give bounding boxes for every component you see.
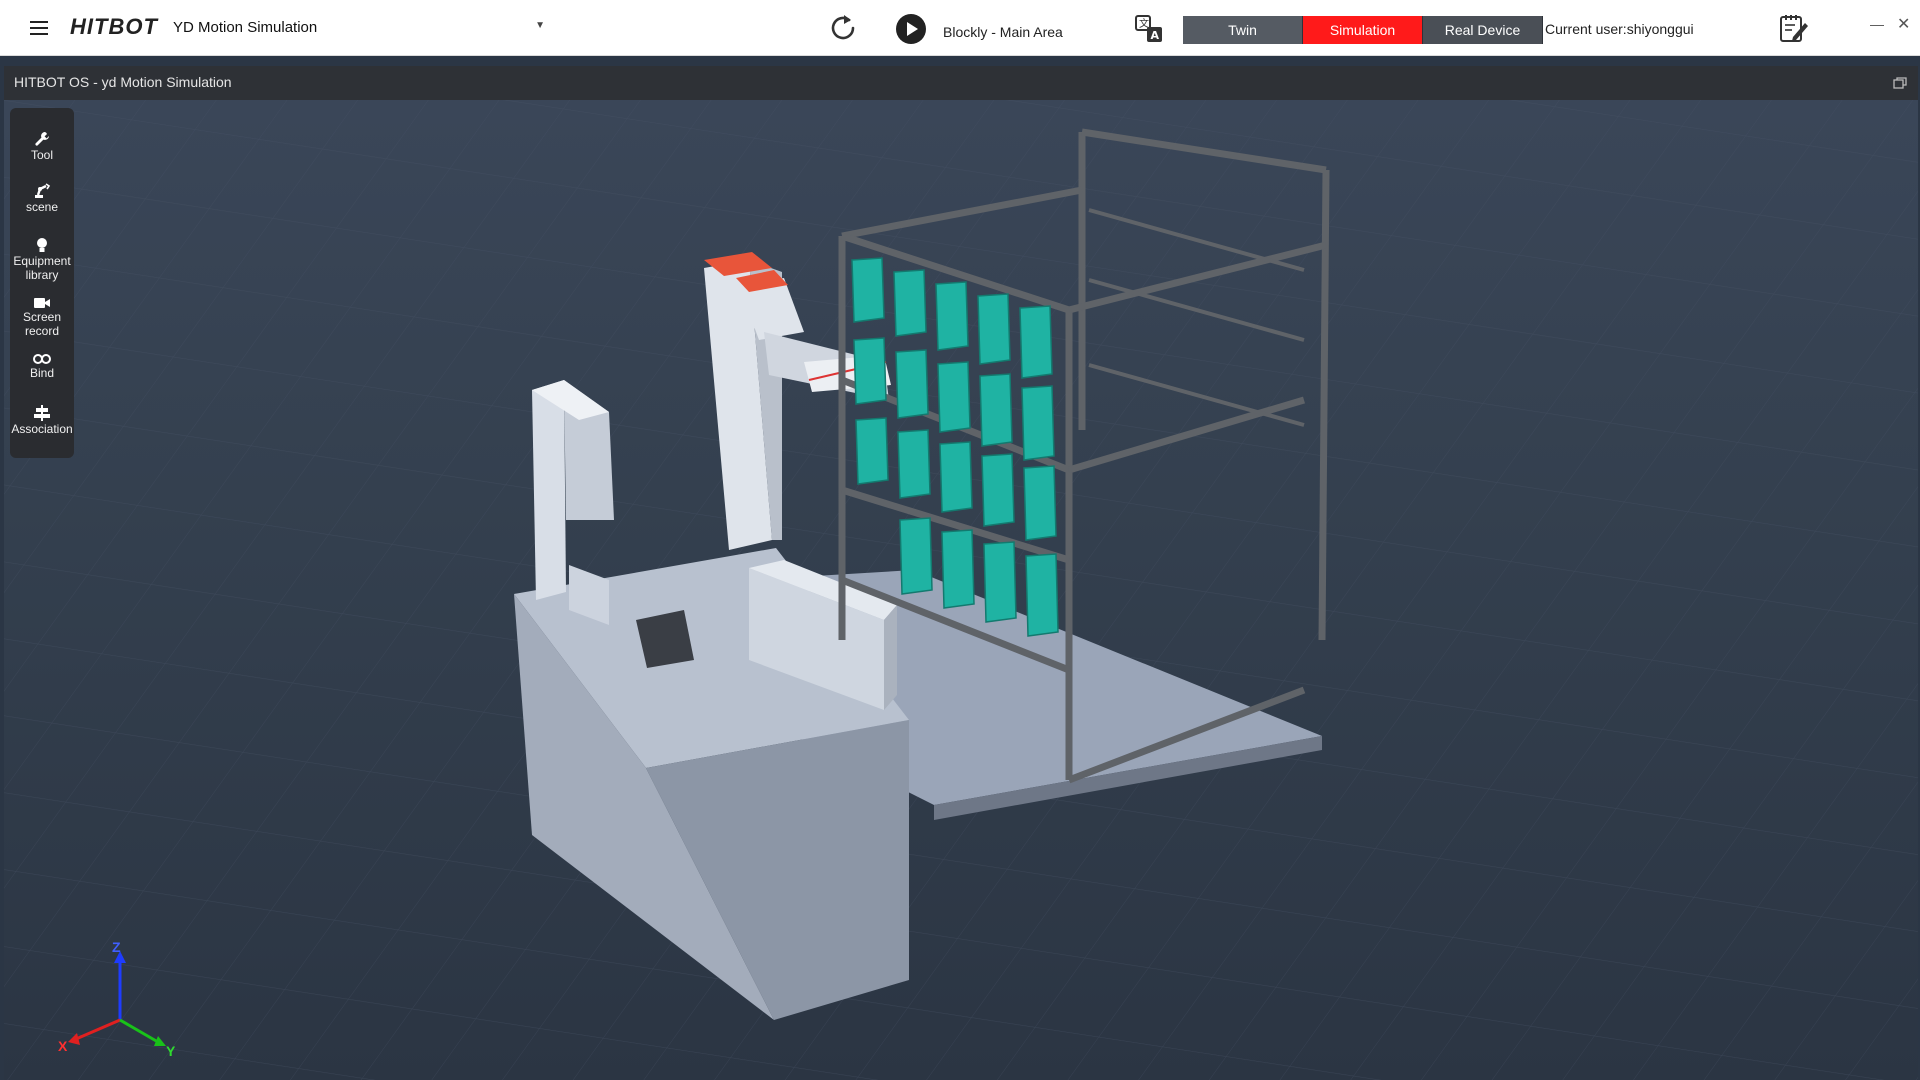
project-select[interactable]: YD Motion Simulation ▼	[165, 14, 555, 42]
video-camera-icon	[34, 298, 50, 308]
play-icon[interactable]	[895, 13, 927, 45]
scene-label: scene	[25, 200, 59, 214]
chevron-down-icon: ▼	[535, 20, 545, 31]
screen-record-button[interactable]: Screen record	[10, 296, 74, 338]
axis-gizmo: Z X Y	[50, 939, 190, 1065]
restore-window-icon[interactable]	[1892, 75, 1908, 91]
svg-text:A: A	[1151, 29, 1160, 42]
screen-record-label: Screen record	[22, 310, 62, 338]
axis-z-label: Z	[112, 939, 121, 955]
axis-x-label: X	[58, 1038, 68, 1054]
hitbot-logo: HITBOT	[70, 14, 158, 39]
current-user-label: Current user:shiyonggui	[1545, 21, 1694, 37]
close-icon[interactable]: ✕	[1897, 14, 1910, 34]
align-icon	[34, 405, 50, 421]
robot-arm-icon	[35, 183, 51, 198]
translate-icon[interactable]: 文 A	[1134, 14, 1164, 44]
notepad-edit-icon[interactable]	[1777, 12, 1809, 44]
scene-button[interactable]: scene	[10, 182, 74, 214]
minimize-icon[interactable]: —	[1870, 16, 1884, 32]
link-icon	[33, 354, 51, 364]
tool-label: Tool	[30, 148, 53, 162]
left-toolbox: Tool scene Equipment library Screen reco…	[10, 108, 74, 458]
association-button[interactable]: Association	[10, 404, 74, 436]
lightbulb-icon	[37, 238, 47, 252]
axis-y-label: Y	[166, 1043, 176, 1059]
reset-icon[interactable]	[826, 11, 860, 45]
tab-twin[interactable]: Twin	[1183, 16, 1303, 44]
blockly-area-label: Blockly - Main Area	[943, 24, 1063, 40]
3d-viewport[interactable]	[4, 100, 1918, 1080]
scene-canvas[interactable]	[4, 100, 1918, 1080]
tab-simulation[interactable]: Simulation	[1303, 16, 1423, 44]
viewport-title: HITBOT OS - yd Motion Simulation	[14, 74, 232, 90]
bind-button[interactable]: Bind	[10, 352, 74, 380]
top-bar: HITBOT YD Motion Simulation ▼ Blockly - …	[0, 0, 1920, 56]
mode-tabs: Twin Simulation Real Device	[1183, 16, 1543, 44]
wrench-icon	[35, 132, 49, 146]
hamburger-menu-icon[interactable]	[28, 18, 52, 38]
equipment-library-button[interactable]: Equipment library	[10, 236, 74, 282]
equipment-library-label: Equipment library	[13, 254, 71, 282]
tab-real-device[interactable]: Real Device	[1423, 16, 1543, 44]
viewport-title-bar: HITBOT OS - yd Motion Simulation	[4, 66, 1918, 100]
association-label: Association	[11, 422, 73, 436]
tool-button[interactable]: Tool	[10, 130, 74, 162]
bind-label: Bind	[29, 366, 55, 380]
left-upright-panel	[532, 380, 614, 625]
project-name: YD Motion Simulation	[173, 19, 318, 36]
